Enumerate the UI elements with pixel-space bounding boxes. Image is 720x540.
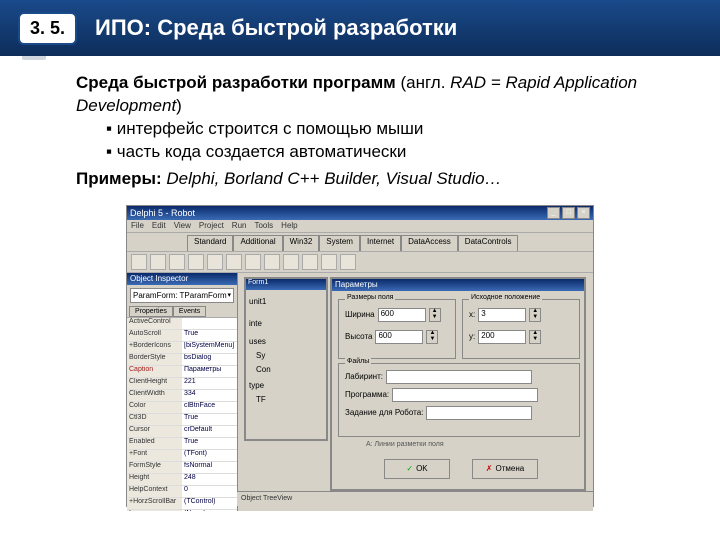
menu-item[interactable]: Project [199,221,224,230]
bullet-2: часть кода создается автоматически [106,141,680,164]
tool-button[interactable] [245,254,261,270]
tool-button[interactable] [150,254,166,270]
inspector-tab[interactable]: Properties [129,306,173,317]
menu-item[interactable]: View [174,221,191,230]
spin-button[interactable]: ▲▼ [529,330,541,344]
file-input[interactable] [392,388,538,402]
tool-button[interactable] [264,254,280,270]
menu-item[interactable]: Help [281,221,297,230]
tool-button[interactable] [302,254,318,270]
spin-button[interactable]: ▲▼ [529,308,541,322]
examples-label: Примеры: [76,169,162,188]
tool-button[interactable] [131,254,147,270]
menu-item[interactable]: Edit [152,221,166,230]
group-box: Исходное положение x: 3 ▲▼ y: 200 ▲▼ [462,299,580,359]
tab[interactable]: Standard [187,235,233,251]
y-input[interactable]: 200 [478,330,526,344]
check-icon: ✓ [406,464,413,473]
height-input[interactable]: 600 [375,330,423,344]
tab[interactable]: DataControls [458,235,519,251]
tool-button[interactable] [283,254,299,270]
property-list[interactable]: ActiveControlAutoScrollTrue+BorderIcons[… [127,317,237,511]
form-title: Form1 [246,279,326,290]
bullet-1: интерфейс строится с помощью мыши [106,118,680,141]
tool-button[interactable] [169,254,185,270]
file-input[interactable] [386,370,532,384]
spin-button[interactable]: ▲▼ [426,330,438,344]
form-window[interactable]: Form1 unit1 inte uses Sy Con type TF [244,277,328,441]
menu-item[interactable]: File [131,221,144,230]
lead-bold: Среда быстрой разработки программ [76,73,396,92]
slide-header: 3. 5. ИПО: Среда быстрой разработки [0,0,720,56]
tab[interactable]: System [319,235,360,251]
toolbar [127,252,593,273]
inspector-tab[interactable]: Events [173,306,206,317]
spin-button[interactable]: ▲▼ [429,308,441,322]
x-input[interactable]: 3 [478,308,526,322]
object-combo[interactable]: ParamForm: TParamForm [130,288,234,303]
cross-icon: ✗ [486,464,493,473]
tool-button[interactable] [188,254,204,270]
tab[interactable]: Win32 [283,235,320,251]
tab[interactable]: Additional [233,235,282,251]
menubar: File Edit View Project Run Tools Help [127,220,593,233]
object-inspector: Object Inspector ParamForm: TParamForm P… [127,273,238,511]
ide-title-text: Delphi 5 - Robot [130,208,195,218]
menu-item[interactable]: Tools [254,221,273,230]
slide-content: Среда быстрой разработки программ (англ.… [0,56,720,197]
width-input[interactable]: 600 [378,308,426,322]
maximize-button[interactable]: □ [562,207,575,219]
tab[interactable]: Internet [360,235,401,251]
ide-titlebar: Delphi 5 - Robot _ □ × [127,206,593,220]
tool-button[interactable] [226,254,242,270]
cancel-button[interactable]: ✗Отмена [472,459,538,479]
tab[interactable]: DataAccess [401,235,458,251]
examples-text: Delphi, Borland C++ Builder, Visual Stud… [162,169,502,188]
minimize-button[interactable]: _ [547,207,560,219]
component-tabs: Standard Additional Win32 System Interne… [127,233,593,252]
tool-button[interactable] [321,254,337,270]
ok-button[interactable]: ✓OK [384,459,450,479]
close-button[interactable]: × [577,207,590,219]
ide-screenshot: Delphi 5 - Robot _ □ × File Edit View Pr… [126,205,594,507]
group-box: Файлы Лабиринт: Программа: Задание для Р… [338,363,580,437]
slide-title: ИПО: Среда быстрой разработки [95,15,457,41]
dialog-title: Параметры [332,279,584,291]
tool-button[interactable] [207,254,223,270]
inspector-title: Object Inspector [127,273,237,285]
menu-item[interactable]: Run [232,221,247,230]
dialog-window[interactable]: Параметры Размеры поля Ширина 600 ▲▼ Выс… [330,277,586,491]
group-box: Размеры поля Ширина 600 ▲▼ Высота 600 ▲▼ [338,299,456,359]
file-input[interactable] [426,406,532,420]
statusbar: Object TreeView [237,491,593,506]
tool-button[interactable] [340,254,356,270]
section-number: 3. 5. [18,12,77,45]
form-designer: Form1 unit1 inte uses Sy Con type TF Пар… [238,273,593,511]
